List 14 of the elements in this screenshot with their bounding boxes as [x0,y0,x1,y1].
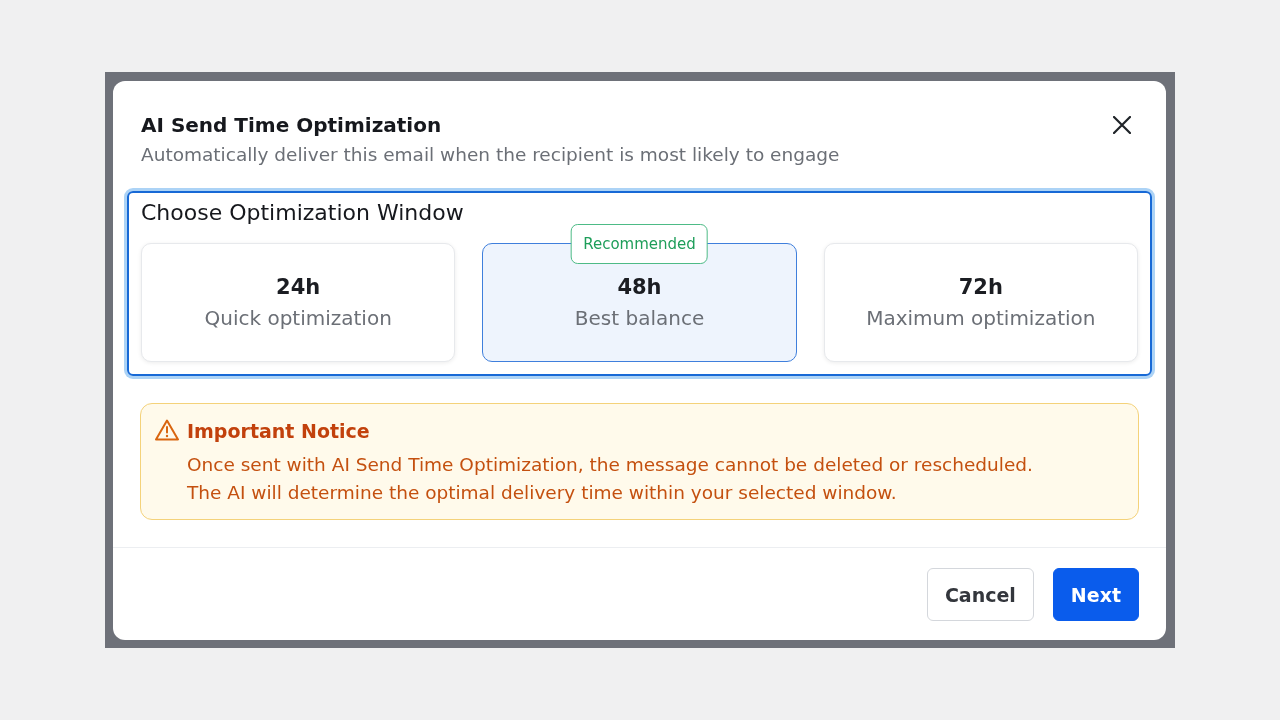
notice-title: Important Notice [187,419,371,444]
notice-text: The AI will determine the optimal delivery time within your selected window. [187,481,898,505]
cancel-button[interactable]: Cancel [926,568,1034,621]
close-button[interactable] [1113,116,1131,134]
dialog-title: AI Send Time Optimization [141,112,443,139]
option-card[interactable]: 72h Maximum optimization [823,243,1138,362]
next-button[interactable]: Next [1052,568,1139,621]
close-icon [1113,116,1131,134]
dialog-subtitle: Automatically deliver this email when the recipient is most likely to engage [141,143,840,167]
recommendation-badge: Recommended [571,224,708,264]
section-heading: Choose Optimization Window [141,200,465,226]
warning-icon [155,419,179,441]
notice-text: Once sent with AI Send Time Optimization, the message cannot be deleted or rescheduled. [187,453,1033,477]
option-card[interactable]: 24h Quick optimization [141,243,456,362]
